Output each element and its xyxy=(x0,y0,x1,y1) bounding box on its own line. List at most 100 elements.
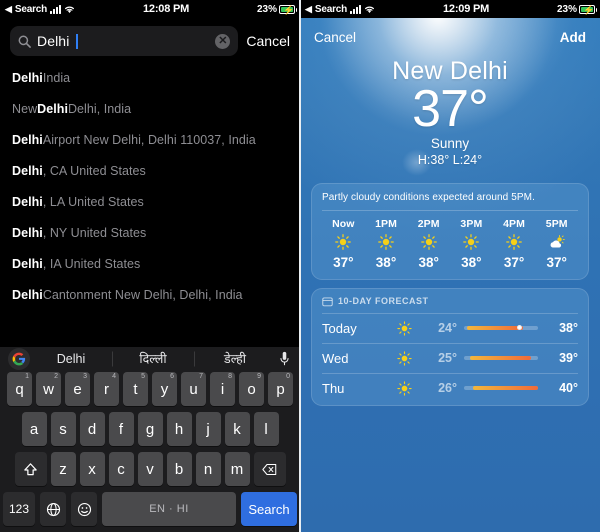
sun-icon xyxy=(335,234,352,251)
cancel-button[interactable]: Cancel xyxy=(246,33,292,49)
hourly-entry: Now 37° xyxy=(322,218,365,270)
list-item[interactable]: Delhi, IA United States xyxy=(12,248,300,279)
temperature-range-bar xyxy=(464,386,538,391)
hourly-time: 5PM xyxy=(545,217,568,230)
emoji-smiley-icon[interactable] xyxy=(71,492,97,526)
result-secondary: , CA United States xyxy=(42,163,146,178)
result-primary: Delhi xyxy=(37,101,68,116)
ten-day-forecast-card[interactable]: 10-DAY FORECAST Today 24° 38° Wed 25° 39… xyxy=(311,287,589,406)
wifi-icon xyxy=(365,6,375,13)
suggestion-item-1[interactable]: Delhi xyxy=(30,352,112,366)
sun-cloud-icon xyxy=(549,234,565,251)
dual-screenshot-comparison: ◀ Search 12:08 PM 23% ⚡ Delhi ✕ Cancel D… xyxy=(0,0,600,532)
divider xyxy=(322,209,578,211)
key-q-number: 1 xyxy=(25,373,29,380)
ten-day-header-label: 10-DAY FORECAST xyxy=(338,296,429,307)
list-item[interactable]: Delhi, CA United States xyxy=(12,155,300,186)
result-primary: Delhi xyxy=(12,287,43,302)
list-item[interactable]: Delhi Cantonment New Delhi, Delhi, India xyxy=(12,279,300,310)
space-key[interactable]: EN · HI xyxy=(102,492,236,526)
key-u-number: 7 xyxy=(199,373,203,380)
list-item[interactable]: New Delhi Delhi, India xyxy=(12,93,300,124)
key-v[interactable]: v xyxy=(137,452,163,486)
search-results-list: Delhi India New Delhi Delhi, India Delhi… xyxy=(0,62,300,310)
status-bar-right: ◀ Search 12:09 PM 23% ⚡ xyxy=(300,0,600,18)
key-e[interactable]: 3e xyxy=(65,372,90,406)
key-u[interactable]: 7u xyxy=(181,372,206,406)
suggestion-item-2[interactable]: दिल्ली xyxy=(112,350,194,367)
key-i[interactable]: 8i xyxy=(210,372,235,406)
key-k[interactable]: k xyxy=(224,412,250,446)
suggestion-item-3[interactable]: डेल्ही xyxy=(194,350,276,367)
key-g[interactable]: g xyxy=(137,412,163,446)
key-p[interactable]: 0p xyxy=(268,372,293,406)
forecast-low: 24° xyxy=(438,321,457,336)
microphone-icon[interactable] xyxy=(276,351,292,367)
table-row[interactable]: Thu 26° 40° xyxy=(322,372,578,403)
key-c[interactable]: c xyxy=(108,452,134,486)
key-y-number: 6 xyxy=(170,373,174,380)
back-app-label[interactable]: Search xyxy=(15,4,47,15)
key-t[interactable]: 5t xyxy=(123,372,148,406)
globe-language-icon[interactable] xyxy=(40,492,66,526)
add-button[interactable]: Add xyxy=(560,30,586,45)
key-d[interactable]: d xyxy=(79,412,105,446)
key-r[interactable]: 4r xyxy=(94,372,119,406)
back-chevron-icon[interactable]: ◀ xyxy=(305,4,312,15)
table-row[interactable]: Wed 25° 39° xyxy=(322,342,578,373)
range-fill xyxy=(469,356,531,361)
result-primary: Delhi xyxy=(12,256,43,271)
key-m[interactable]: m xyxy=(224,452,250,486)
list-item[interactable]: Delhi, LA United States xyxy=(12,186,300,217)
current-conditions: New Delhi 37° Sunny H:38° L:24° xyxy=(300,57,600,167)
keyboard-row-4: 123 EN · HI Search xyxy=(0,492,300,526)
range-fill xyxy=(472,386,538,391)
result-primary: Delhi xyxy=(12,163,43,178)
keyboard-row-1: 1q 2w 3e 4r 5t 6y 7u 8i 9o 0p xyxy=(0,372,300,406)
backspace-delete-icon[interactable] xyxy=(253,452,286,486)
back-app-label[interactable]: Search xyxy=(315,4,347,15)
status-bar-right-group: 23% ⚡ xyxy=(557,4,600,15)
hourly-forecast-card[interactable]: Partly cloudy conditions expected around… xyxy=(311,182,589,280)
key-a[interactable]: a xyxy=(21,412,47,446)
cancel-button[interactable]: Cancel xyxy=(314,30,356,45)
key-i-label: i xyxy=(220,380,225,398)
hourly-entry: 3PM 38° xyxy=(450,218,493,270)
calendar-icon xyxy=(322,297,333,307)
table-row[interactable]: Today 24° 38° xyxy=(322,312,578,343)
key-t-label: t xyxy=(133,380,138,398)
key-s[interactable]: s xyxy=(50,412,76,446)
clear-circle-icon[interactable]: ✕ xyxy=(215,33,231,49)
weather-preview-sheet: Cancel Add New Delhi 37° Sunny H:38° L:2… xyxy=(300,18,600,532)
hourly-entry: 1PM 38° xyxy=(365,218,408,270)
result-primary: Delhi xyxy=(12,194,43,209)
battery-percent-label: 23% xyxy=(256,3,277,15)
back-chevron-icon[interactable]: ◀ xyxy=(5,4,12,15)
key-w[interactable]: 2w xyxy=(36,372,61,406)
high-low-label: H:38° L:24° xyxy=(417,152,483,167)
key-j[interactable]: j xyxy=(195,412,221,446)
range-fill xyxy=(466,326,524,331)
key-h[interactable]: h xyxy=(166,412,192,446)
key-y[interactable]: 6y xyxy=(152,372,177,406)
search-input[interactable]: Delhi ✕ xyxy=(10,26,239,56)
hourly-temp: 37° xyxy=(333,254,354,270)
status-bar-left-group: ◀ Search xyxy=(0,4,75,15)
google-logo-icon[interactable] xyxy=(8,347,30,370)
key-l[interactable]: l xyxy=(253,412,279,446)
key-t-number: 5 xyxy=(141,373,145,380)
list-item[interactable]: Delhi India xyxy=(12,62,300,93)
list-item[interactable]: Delhi Airport New Delhi, Delhi 110037, I… xyxy=(12,124,300,155)
key-n[interactable]: n xyxy=(195,452,221,486)
key-x[interactable]: x xyxy=(79,452,105,486)
list-item[interactable]: Delhi, NY United States xyxy=(12,217,300,248)
shift-up-icon[interactable] xyxy=(14,452,47,486)
key-f[interactable]: f xyxy=(108,412,134,446)
key-q[interactable]: 1q xyxy=(7,372,32,406)
key-o[interactable]: 9o xyxy=(239,372,264,406)
temperature-range-bar xyxy=(464,356,538,361)
numbers-key[interactable]: 123 xyxy=(3,492,35,526)
key-b[interactable]: b xyxy=(166,452,192,486)
key-z[interactable]: z xyxy=(50,452,76,486)
search-key[interactable]: Search xyxy=(241,492,297,526)
